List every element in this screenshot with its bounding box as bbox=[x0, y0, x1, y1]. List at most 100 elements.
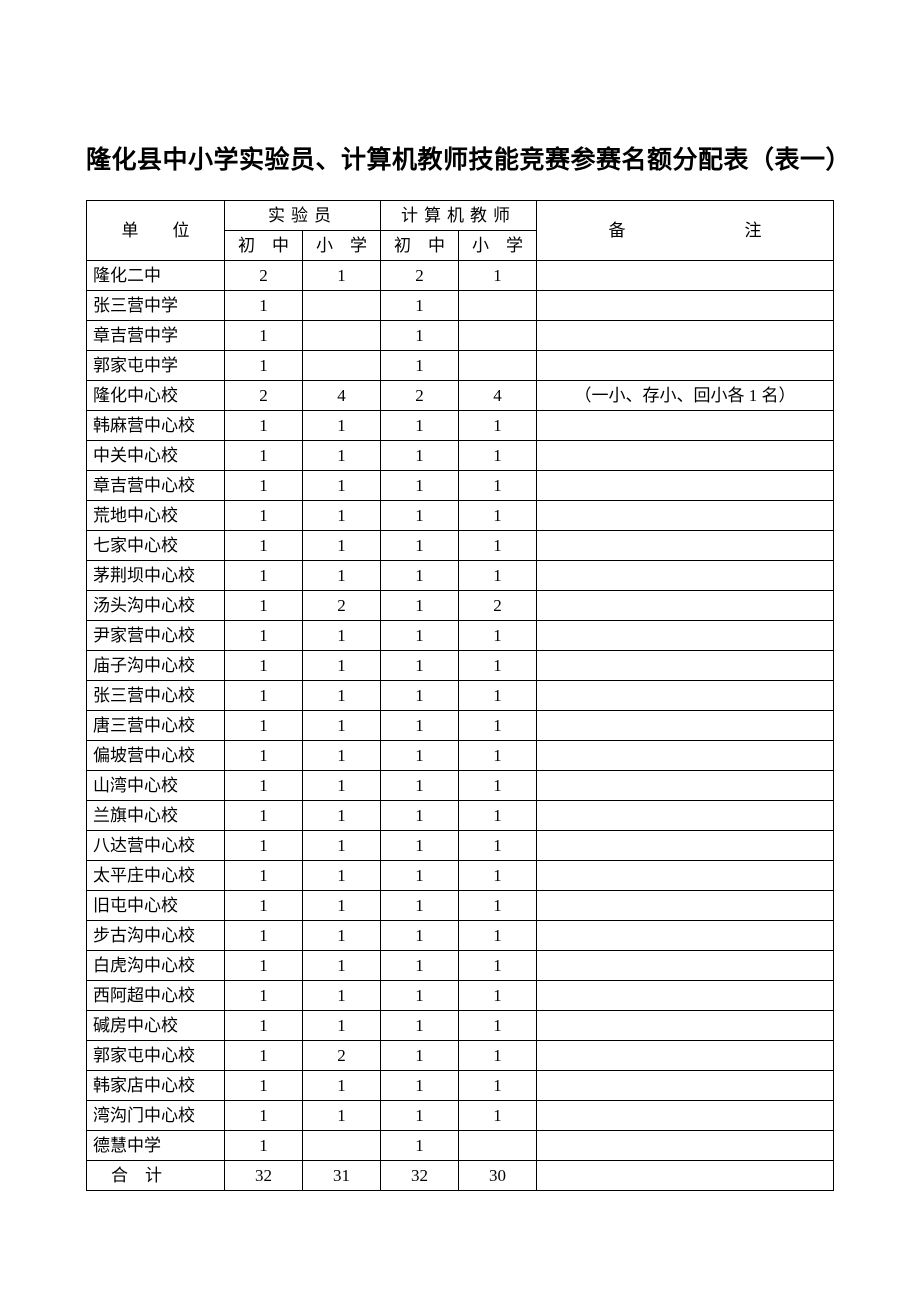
cell-exp-middle: 1 bbox=[225, 981, 303, 1011]
cell-exp-primary: 1 bbox=[303, 561, 381, 591]
cell-it-middle: 1 bbox=[381, 921, 459, 951]
cell-unit: 隆化中心校 bbox=[87, 381, 225, 411]
cell-it-middle: 1 bbox=[381, 861, 459, 891]
table-row: 庙子沟中心校1111 bbox=[87, 651, 834, 681]
cell-exp-primary: 1 bbox=[303, 681, 381, 711]
cell-note bbox=[537, 651, 834, 681]
cell-exp-primary: 1 bbox=[303, 891, 381, 921]
cell-it-primary: 1 bbox=[459, 831, 537, 861]
cell-exp-middle: 1 bbox=[225, 321, 303, 351]
cell-exp-primary: 1 bbox=[303, 471, 381, 501]
cell-it-middle: 1 bbox=[381, 441, 459, 471]
cell-unit: 西阿超中心校 bbox=[87, 981, 225, 1011]
cell-it-primary bbox=[459, 291, 537, 321]
table-row: 张三营中学11 bbox=[87, 291, 834, 321]
cell-exp-middle: 1 bbox=[225, 621, 303, 651]
cell-it-primary: 1 bbox=[459, 861, 537, 891]
cell-exp-middle: 1 bbox=[225, 741, 303, 771]
cell-note bbox=[537, 441, 834, 471]
cell-it-middle: 1 bbox=[381, 471, 459, 501]
cell-exp-middle: 1 bbox=[225, 831, 303, 861]
cell-exp-primary: 1 bbox=[303, 801, 381, 831]
cell-exp-middle: 1 bbox=[225, 921, 303, 951]
cell-exp-middle: 2 bbox=[225, 261, 303, 291]
cell-it-primary: 1 bbox=[459, 621, 537, 651]
cell-it-middle: 1 bbox=[381, 711, 459, 741]
cell-note bbox=[537, 261, 834, 291]
cell-it-primary: 1 bbox=[459, 681, 537, 711]
table-row: 白虎沟中心校1111 bbox=[87, 951, 834, 981]
cell-exp-primary: 2 bbox=[303, 1041, 381, 1071]
table-row: 汤头沟中心校1212 bbox=[87, 591, 834, 621]
cell-unit: 八达营中心校 bbox=[87, 831, 225, 861]
cell-it-primary: 1 bbox=[459, 741, 537, 771]
cell-total-ip: 30 bbox=[459, 1161, 537, 1191]
cell-it-middle: 1 bbox=[381, 351, 459, 381]
cell-unit: 庙子沟中心校 bbox=[87, 651, 225, 681]
cell-note bbox=[537, 1101, 834, 1131]
cell-it-middle: 1 bbox=[381, 681, 459, 711]
cell-it-middle: 1 bbox=[381, 561, 459, 591]
cell-note bbox=[537, 711, 834, 741]
cell-unit: 尹家营中心校 bbox=[87, 621, 225, 651]
cell-it-primary: 1 bbox=[459, 651, 537, 681]
cell-it-middle: 1 bbox=[381, 651, 459, 681]
cell-note bbox=[537, 531, 834, 561]
cell-unit: 郭家屯中学 bbox=[87, 351, 225, 381]
cell-it-middle: 1 bbox=[381, 531, 459, 561]
cell-total-em: 32 bbox=[225, 1161, 303, 1191]
cell-it-primary: 1 bbox=[459, 471, 537, 501]
table-row: 山湾中心校1111 bbox=[87, 771, 834, 801]
cell-it-middle: 1 bbox=[381, 1041, 459, 1071]
cell-unit: 太平庄中心校 bbox=[87, 861, 225, 891]
cell-exp-primary: 1 bbox=[303, 501, 381, 531]
cell-note bbox=[537, 621, 834, 651]
cell-note bbox=[537, 981, 834, 1011]
cell-exp-middle: 1 bbox=[225, 951, 303, 981]
cell-exp-primary: 1 bbox=[303, 951, 381, 981]
cell-unit: 湾沟门中心校 bbox=[87, 1101, 225, 1131]
cell-it-middle: 1 bbox=[381, 1071, 459, 1101]
cell-it-primary: 1 bbox=[459, 501, 537, 531]
cell-unit: 茅荆坝中心校 bbox=[87, 561, 225, 591]
table-row: 德慧中学11 bbox=[87, 1131, 834, 1161]
cell-it-primary: 1 bbox=[459, 891, 537, 921]
cell-it-middle: 2 bbox=[381, 381, 459, 411]
cell-exp-middle: 1 bbox=[225, 711, 303, 741]
cell-exp-primary: 1 bbox=[303, 981, 381, 1011]
cell-exp-middle: 1 bbox=[225, 681, 303, 711]
cell-note bbox=[537, 321, 834, 351]
cell-exp-middle: 1 bbox=[225, 861, 303, 891]
cell-unit: 白虎沟中心校 bbox=[87, 951, 225, 981]
cell-it-middle: 1 bbox=[381, 591, 459, 621]
cell-unit: 中关中心校 bbox=[87, 441, 225, 471]
cell-it-middle: 1 bbox=[381, 801, 459, 831]
table-row: 荒地中心校1111 bbox=[87, 501, 834, 531]
cell-note bbox=[537, 891, 834, 921]
cell-note bbox=[537, 1071, 834, 1101]
cell-note bbox=[537, 861, 834, 891]
cell-unit: 张三营中心校 bbox=[87, 681, 225, 711]
cell-note bbox=[537, 1131, 834, 1161]
table-row: 太平庄中心校1111 bbox=[87, 861, 834, 891]
cell-it-primary: 1 bbox=[459, 801, 537, 831]
cell-note bbox=[537, 501, 834, 531]
cell-unit: 韩麻营中心校 bbox=[87, 411, 225, 441]
cell-exp-middle: 1 bbox=[225, 1011, 303, 1041]
cell-unit: 张三营中学 bbox=[87, 291, 225, 321]
cell-it-middle: 1 bbox=[381, 951, 459, 981]
cell-note bbox=[537, 591, 834, 621]
cell-exp-primary: 1 bbox=[303, 621, 381, 651]
cell-it-middle: 1 bbox=[381, 1131, 459, 1161]
table-row: 韩麻营中心校1111 bbox=[87, 411, 834, 441]
cell-exp-middle: 1 bbox=[225, 411, 303, 441]
cell-note bbox=[537, 1041, 834, 1071]
th-it-primary: 小学 bbox=[459, 231, 537, 261]
cell-unit: 旧屯中心校 bbox=[87, 891, 225, 921]
cell-total-ep: 31 bbox=[303, 1161, 381, 1191]
cell-it-primary: 1 bbox=[459, 1101, 537, 1131]
cell-it-middle: 1 bbox=[381, 891, 459, 921]
cell-it-middle: 1 bbox=[381, 741, 459, 771]
cell-it-middle: 1 bbox=[381, 831, 459, 861]
cell-it-primary: 1 bbox=[459, 1011, 537, 1041]
